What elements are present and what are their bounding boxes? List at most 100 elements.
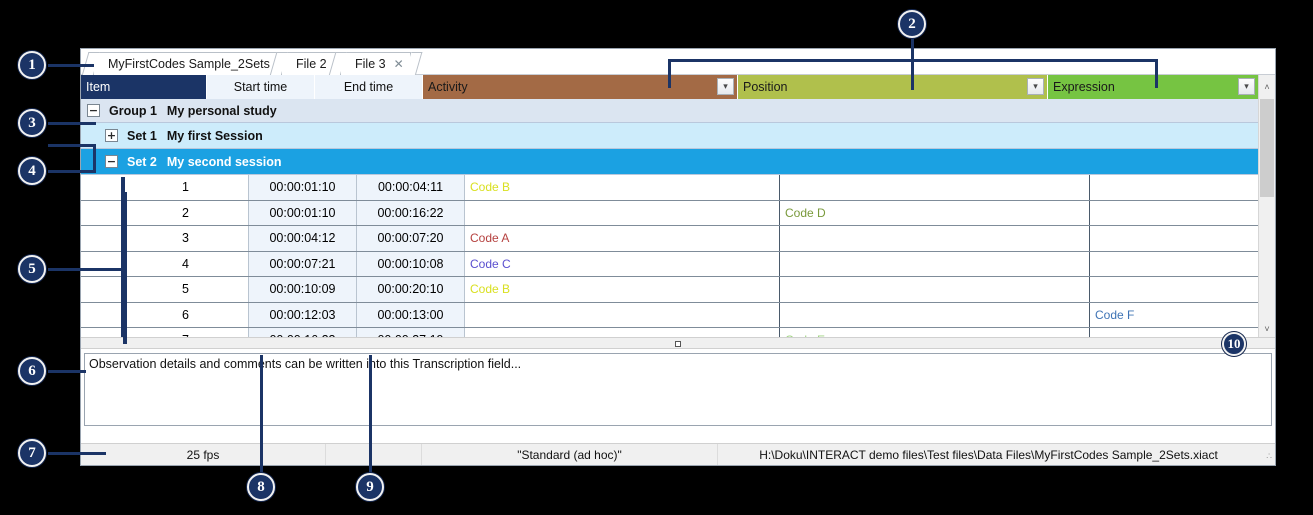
column-header-expression[interactable]: Expression ▾ bbox=[1048, 75, 1258, 99]
callout-10: 10 bbox=[1222, 332, 1246, 356]
cell-item-text: 3 bbox=[182, 231, 189, 246]
cell-start-time[interactable]: 00:00:07:21 bbox=[249, 251, 357, 276]
cell-start-time[interactable]: 00:00:01:10 bbox=[249, 175, 357, 200]
tree-set-row-1[interactable]: + Set 1 My first Session bbox=[81, 123, 1258, 149]
cell-position[interactable] bbox=[780, 226, 1090, 251]
cell-item[interactable]: 7 bbox=[123, 328, 249, 337]
cell-end-time[interactable]: 00:00:37:19 bbox=[357, 328, 465, 337]
callout-1: 1 bbox=[18, 51, 46, 79]
tab-file-3[interactable]: File 3 ✕ bbox=[340, 52, 411, 75]
cell-item[interactable]: 2 bbox=[123, 200, 249, 225]
cell-item[interactable]: 4 bbox=[123, 251, 249, 276]
chevron-down-icon[interactable]: ▾ bbox=[1238, 78, 1255, 95]
cell-position[interactable] bbox=[780, 251, 1090, 276]
cell-position[interactable] bbox=[780, 302, 1090, 327]
leader-6 bbox=[48, 370, 86, 373]
cell-activity[interactable]: Code A bbox=[465, 226, 780, 251]
cell-expression[interactable]: Code F bbox=[1090, 302, 1258, 327]
cell-item-text: 4 bbox=[182, 256, 189, 271]
cell-position[interactable] bbox=[780, 175, 1090, 200]
cell-activity[interactable] bbox=[465, 200, 780, 225]
column-header-position[interactable]: Position ▾ bbox=[738, 75, 1048, 99]
cell-expression[interactable] bbox=[1090, 175, 1258, 200]
grid-rows: 1 00:00:01:10 00:00:04:11 Code B 2 00:00:01:1… bbox=[81, 175, 1258, 337]
column-header-end-time[interactable]: End time bbox=[315, 75, 423, 99]
cell-expression[interactable] bbox=[1090, 251, 1258, 276]
row-indent bbox=[81, 302, 123, 327]
cell-end-time[interactable]: 00:00:07:20 bbox=[357, 226, 465, 251]
leader-2-bracket-top bbox=[668, 59, 1158, 62]
cell-end-time-text: 00:00:16:22 bbox=[377, 205, 444, 220]
cell-start-time[interactable]: 00:00:16:23 bbox=[249, 328, 357, 337]
cell-start-time[interactable]: 00:00:01:10 bbox=[249, 200, 357, 225]
cell-start-time-text: 00:00:10:09 bbox=[269, 282, 336, 297]
cell-activity-text: Code B bbox=[470, 180, 511, 195]
cell-end-time[interactable]: 00:00:16:22 bbox=[357, 200, 465, 225]
chevron-down-icon[interactable]: ▾ bbox=[1027, 78, 1044, 95]
column-header-item[interactable]: Item bbox=[81, 75, 207, 99]
cell-item-text: 5 bbox=[182, 282, 189, 297]
chevron-down-icon[interactable]: ▾ bbox=[717, 78, 734, 95]
cell-item[interactable]: 1 bbox=[123, 175, 249, 200]
status-code-scheme: "Standard (ad hoc)" bbox=[422, 444, 718, 465]
cell-activity[interactable] bbox=[465, 328, 780, 337]
column-header-activity[interactable]: Activity ▾ bbox=[423, 75, 738, 99]
cell-activity[interactable]: Code B bbox=[465, 175, 780, 200]
cell-item-text: 2 bbox=[182, 205, 189, 220]
cell-end-time[interactable]: 00:00:13:00 bbox=[357, 302, 465, 327]
table-row[interactable]: 4 00:00:07:21 00:00:10:08 Code C bbox=[81, 251, 1258, 277]
table-row[interactable]: 3 00:00:04:12 00:00:07:20 Code A bbox=[81, 226, 1258, 252]
table-row[interactable]: 5 00:00:10:09 00:00:20:10 Code B bbox=[81, 277, 1258, 303]
cell-item[interactable]: 3 bbox=[123, 226, 249, 251]
cell-end-time-text: 00:00:07:20 bbox=[377, 231, 444, 246]
table-row[interactable]: 2 00:00:01:10 00:00:16:22 Code D bbox=[81, 200, 1258, 226]
cell-start-time[interactable]: 00:00:04:12 bbox=[249, 226, 357, 251]
grid-header: Item Start time End time Activity ▾ Posi… bbox=[81, 75, 1275, 99]
cell-end-time[interactable]: 00:00:10:08 bbox=[357, 251, 465, 276]
table-row[interactable]: 1 00:00:01:10 00:00:04:11 Code B bbox=[81, 175, 1258, 201]
cell-expression[interactable] bbox=[1090, 277, 1258, 302]
leader-4-vert bbox=[93, 144, 96, 173]
cell-expression[interactable] bbox=[1090, 200, 1258, 225]
cell-position[interactable]: Code E bbox=[780, 328, 1090, 337]
close-icon[interactable]: ✕ bbox=[394, 58, 404, 70]
column-header-start-time[interactable]: Start time bbox=[207, 75, 315, 99]
cell-end-time-text: 00:00:10:08 bbox=[377, 256, 444, 271]
set-prefix: Set 1 bbox=[127, 128, 157, 143]
callout-5: 5 bbox=[18, 255, 46, 283]
cell-activity[interactable]: Code C bbox=[465, 251, 780, 276]
horizontal-splitter[interactable] bbox=[81, 337, 1275, 349]
leader-7 bbox=[48, 452, 106, 455]
tab-label: File 2 bbox=[296, 57, 327, 71]
cell-start-time[interactable]: 00:00:12:03 bbox=[249, 302, 357, 327]
cell-item[interactable]: 5 bbox=[123, 277, 249, 302]
cell-end-time-text: 00:00:13:00 bbox=[377, 307, 444, 322]
table-row[interactable]: 6 00:00:12:03 00:00:13:00 Code F bbox=[81, 302, 1258, 328]
cell-position[interactable]: Code D bbox=[780, 200, 1090, 225]
expand-icon[interactable]: + bbox=[105, 129, 118, 142]
cell-start-time-text: 00:00:12:03 bbox=[269, 307, 336, 322]
collapse-icon[interactable]: − bbox=[105, 155, 118, 168]
cell-start-time[interactable]: 00:00:10:09 bbox=[249, 277, 357, 302]
cell-end-time[interactable]: 00:00:04:11 bbox=[357, 175, 465, 200]
table-row[interactable]: 700:00:16:2300:00:37:19 Code E bbox=[81, 328, 1258, 337]
cell-position-text: Code D bbox=[785, 205, 826, 220]
cell-expression[interactable] bbox=[1090, 226, 1258, 251]
cell-activity[interactable]: Code B bbox=[465, 277, 780, 302]
tree-group-row[interactable]: − Group 1 My personal study bbox=[81, 99, 1258, 123]
collapse-icon[interactable]: − bbox=[87, 104, 100, 117]
cell-end-time-text: 00:00:04:11 bbox=[377, 180, 444, 195]
splitter-grip-icon[interactable] bbox=[675, 341, 681, 347]
resize-grip-icon[interactable]: ∴ bbox=[1259, 444, 1275, 465]
cell-position[interactable] bbox=[780, 277, 1090, 302]
tree-set-row-2[interactable]: − Set 2 My second session bbox=[81, 149, 1258, 175]
scroll-up-button[interactable]: ˄ bbox=[1258, 75, 1275, 99]
cell-activity[interactable] bbox=[465, 302, 780, 327]
tab-myfirstcodes[interactable]: MyFirstCodes Sample_2Sets ✕ bbox=[93, 52, 295, 75]
vertical-scrollbar[interactable]: ˅ bbox=[1258, 99, 1275, 337]
scrollbar-thumb[interactable] bbox=[1260, 99, 1274, 197]
scroll-down-button[interactable]: ˅ bbox=[1259, 320, 1275, 337]
row-indent bbox=[81, 226, 123, 251]
cell-end-time[interactable]: 00:00:20:10 bbox=[357, 277, 465, 302]
cell-item[interactable]: 6 bbox=[123, 302, 249, 327]
